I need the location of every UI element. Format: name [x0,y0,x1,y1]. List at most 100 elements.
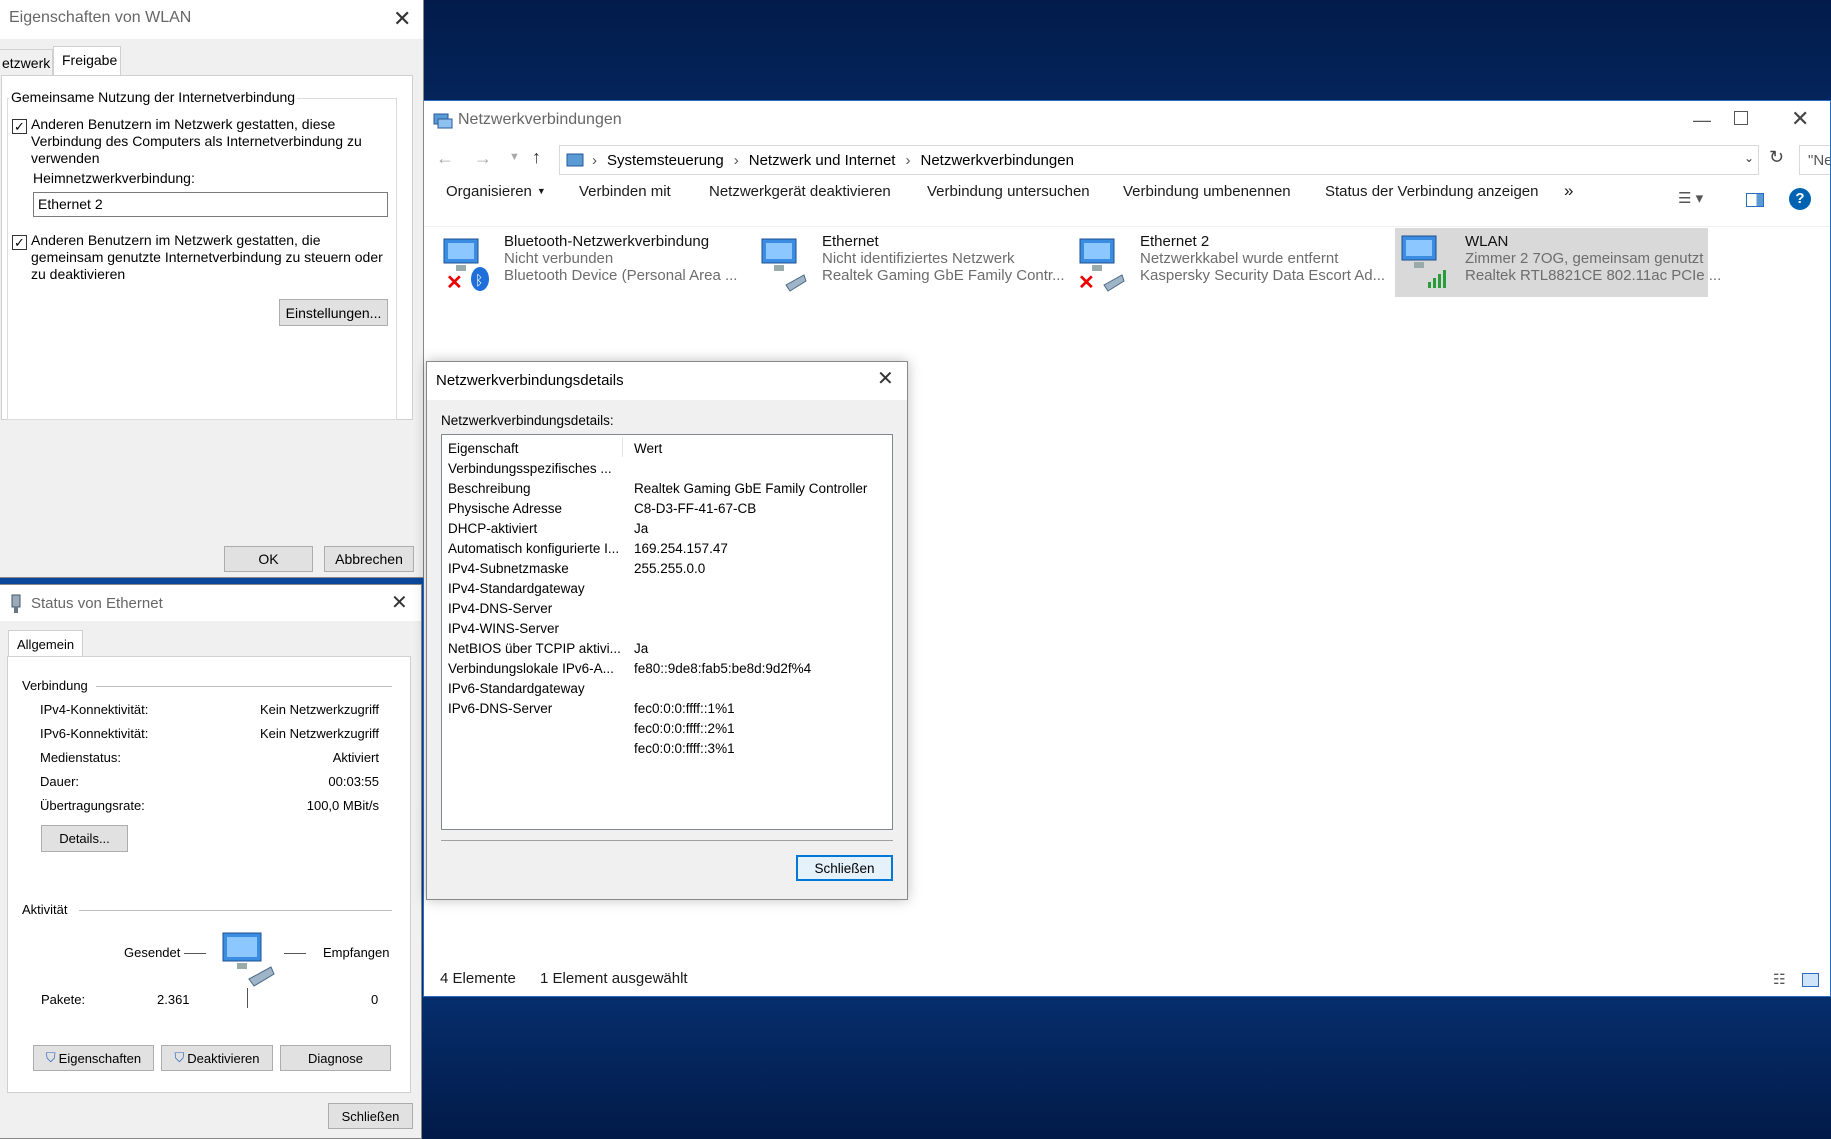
view-options-icon[interactable]: ☰ ▾ [1678,189,1703,207]
table-row[interactable]: IPv6-DNS-Server fec0:0:0:ffff::1%1 [448,701,735,716]
row-value: fe80::9de8:fab5:be8d:9d2f%4 [634,661,812,676]
row-property: DHCP-aktiviert [448,521,538,536]
column-divider [622,437,623,457]
list-item[interactable]: ✕ Ethernet 2 Netzwerkkabel wurde entfern… [1076,231,1386,299]
address-bar[interactable]: › Systemsteuerung › Netzwerk und Interne… [559,145,1759,175]
settings-button[interactable]: Einstellungen... [279,299,388,326]
status-tab-panel [7,656,411,1093]
disable-device-button[interactable]: Netzwerkgerät deaktivieren [709,175,891,207]
up-arrow-icon[interactable]: ↑ [532,147,541,168]
divider [79,910,392,911]
list-item-selected[interactable]: WLAN Zimmer 2 7OG, gemeinsam genutzt Rea… [1395,228,1721,297]
status-value: Aktiviert [332,750,379,765]
row-property: Beschreibung [448,481,531,496]
tab-netzwerk[interactable]: etzwerk [0,49,53,75]
wlan-props-close-button[interactable]: ✕ [393,8,411,30]
table-row[interactable]: Automatisch konfigurierte I... 169.254.15… [448,541,728,556]
disable-button[interactable]: ⛉ Deaktivieren [161,1045,273,1071]
rename-button[interactable]: Verbindung umbenennen [1123,175,1291,207]
address-dropdown-icon[interactable]: ⌄ [1744,151,1754,165]
row-property: NetBIOS über TCPIP aktivi... [448,641,621,656]
table-row[interactable]: Physische Adresse C8-D3-FF-41-67-CB [448,501,756,516]
shield-icon: ⛉ [45,1050,56,1065]
list-header: Eigenschaft Wert [448,441,662,456]
breadcrumb-netzwerk[interactable]: Netzwerk und Internet [749,152,896,169]
organize-button[interactable]: Organisieren ▼ [446,175,546,207]
row-value: 255.255.0.0 [634,561,706,576]
breadcrumb-separator-icon: › [733,151,739,169]
row-value: Realtek Gaming GbE Family Controller [634,481,868,496]
eth-status-close-button[interactable]: ✕ [391,593,408,613]
ethernet-network-icon [761,238,807,292]
cancel-button[interactable]: Abbrechen [324,546,414,572]
help-icon[interactable]: ? [1789,188,1811,210]
wifi-network-icon [1401,235,1446,288]
table-row[interactable]: Beschreibung Realtek Gaming GbE Family Co… [448,481,867,496]
minimize-button[interactable]: — [1677,105,1727,135]
breadcrumb-systemsteuerung[interactable]: Systemsteuerung [607,152,724,169]
table-row[interactable]: IPv4-WINS-Server [448,621,559,636]
organize-label: Organisieren [446,182,532,200]
table-row[interactable]: IPv4-Standardgateway [448,581,585,596]
table-row[interactable]: Verbindungslokale IPv6-A... fe80::9de8:fa… [448,661,811,676]
item-name: Ethernet 2 [1140,233,1210,250]
selection-count: 1 Element ausgewählt [540,970,688,987]
back-arrow-icon[interactable]: ← [436,148,454,169]
list-item[interactable]: ✕ ᛒ Bluetooth-Netzwerkverbindung Nicht ve… [440,231,750,299]
maximize-button[interactable] [1734,111,1748,125]
table-row[interactable]: IPv6-Standardgateway [448,681,585,696]
refresh-icon[interactable]: ↻ [1769,147,1784,168]
details-list[interactable]: Eigenschaft Wert Verbindungsspezifisches … [441,434,893,830]
list-item[interactable]: Ethernet Nicht identifiziertes Netzwerk … [758,231,1068,299]
tab-freigabe[interactable]: Freigabe [53,46,121,76]
breadcrumb-netzwerkverbindungen[interactable]: Netzwerkverbindungen [920,152,1073,169]
explorer-close-button[interactable]: ✕ [1791,108,1809,130]
tiles-view-icon[interactable] [1802,973,1819,987]
column-header-value[interactable]: Wert [634,441,662,456]
row-value: 169.254.157.47 [634,541,728,556]
details-dialog: Netzwerkverbindungsdetails ✕ Netzwerkver… [426,361,908,900]
diagnose-button[interactable]: Diagnose [280,1045,391,1071]
allow-control-checkbox[interactable]: ✓ [12,235,27,250]
home-network-select[interactable]: Ethernet 2 [33,192,388,217]
row-property: Physische Adresse [448,501,563,516]
home-network-label: Heimnetzwerkverbindung: [33,170,195,186]
tab-allgemein[interactable]: Allgemein [8,630,83,657]
details-close-x-button[interactable]: ✕ [877,369,894,389]
more-commands-button[interactable]: » [1564,175,1573,207]
received-label: Empfangen [323,945,390,960]
table-row[interactable]: Verbindungsspezifisches ... [448,461,612,476]
row-property: Verbindungsspezifisches ... [448,461,612,476]
row-value: Ja [634,521,649,536]
eth-status-title: Status von Ethernet [31,595,163,612]
search-input[interactable]: "Netzwerkverbindung... ⌕ [1799,145,1830,175]
status-row: Dauer: 00:03:55 [40,774,379,789]
connect-button[interactable]: Verbinden mit [579,175,671,207]
packets-received: 0 [371,992,379,1007]
table-row[interactable]: DHCP-aktiviert Ja [448,521,648,536]
diagnose-button[interactable]: Verbindung untersuchen [927,175,1090,207]
recent-chevron-icon[interactable]: ▼ [509,151,520,163]
sharing-group-title: Gemeinsame Nutzung der Internetverbindun… [9,89,298,105]
forward-arrow-icon[interactable]: → [474,148,492,169]
table-row[interactable]: IPv4-DNS-Server [448,601,552,616]
allow-sharing-checkbox[interactable]: ✓ [12,119,27,134]
details-button[interactable]: Details... [41,825,128,852]
view-status-button[interactable]: Status der Verbindung anzeigen [1325,175,1539,207]
divider [96,686,392,687]
table-row[interactable]: NetBIOS über TCPIP aktivi... Ja [448,641,648,656]
properties-button[interactable]: ⛉ Eigenschaften [33,1045,154,1071]
row-property: IPv6-Standardgateway [448,681,585,696]
details-close-button[interactable]: Schließen [796,855,893,881]
table-row[interactable]: IPv4-Subnetzmaske 255.255.0.0 [448,561,705,576]
preview-pane-icon[interactable] [1746,193,1764,207]
ok-button[interactable]: OK [224,546,313,572]
status-row: Übertragungsrate: 100,0 MBit/s [40,798,379,813]
wlan-properties-window: Eigenschaften von WLAN ✕ etzwerk Freigab… [0,0,424,578]
disable-label: Deaktivieren [187,1050,260,1066]
eth-close-button[interactable]: Schließen [328,1103,413,1129]
status-row: IPv6-Konnektivität: Kein Netzwerkzugriff [40,726,379,741]
details-view-icon[interactable]: ☷ [1773,971,1786,988]
item-device: Realtek RTL8821CE 802.11ac PCIe ... [1465,267,1722,284]
column-header-property[interactable]: Eigenschaft [448,441,519,456]
